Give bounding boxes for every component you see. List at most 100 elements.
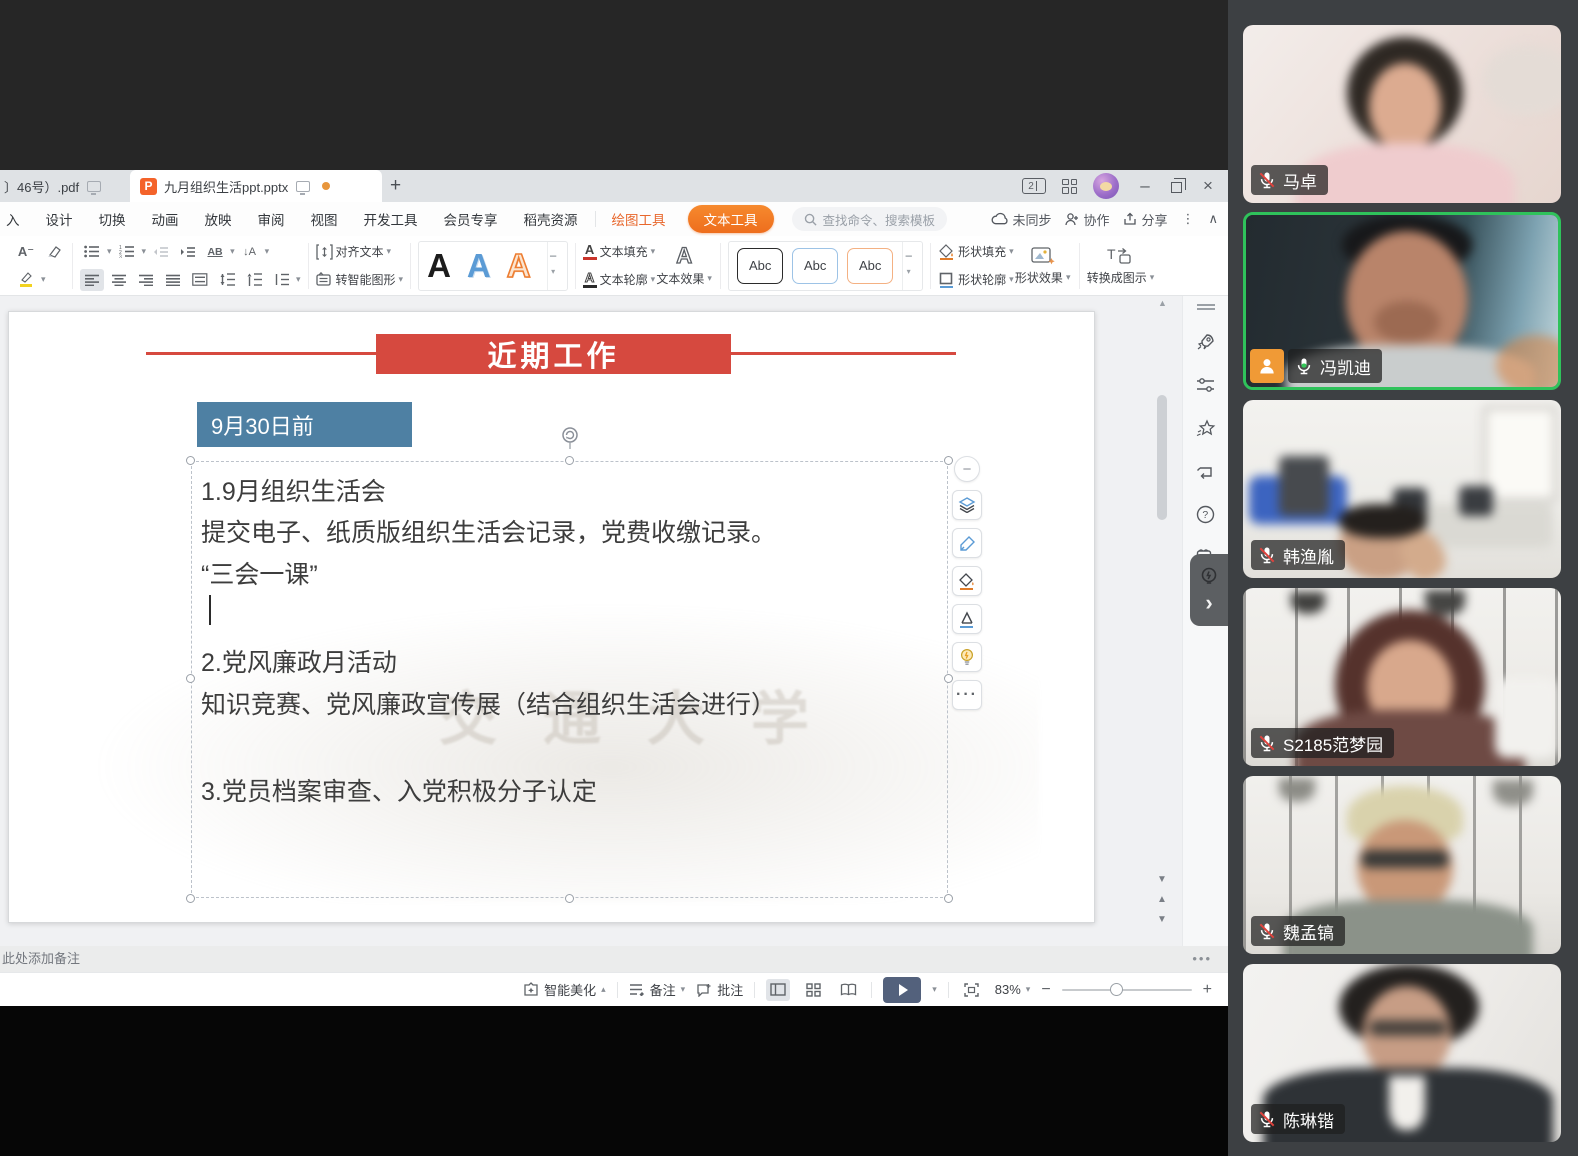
- menu-docer-resources[interactable]: 稻壳资源: [511, 209, 591, 229]
- to-smartart-button[interactable]: 转智能图形▾: [336, 271, 404, 288]
- new-tab-button[interactable]: +: [390, 175, 401, 197]
- text-fill-button[interactable]: 文本填充▾: [600, 243, 656, 260]
- numbered-list-button[interactable]: 123: [115, 241, 139, 263]
- notes-bar[interactable]: 此处添加备注 •••: [0, 946, 1228, 972]
- justify-button[interactable]: [161, 269, 185, 291]
- convert-to-diagram-button[interactable]: T 转换成图示▾: [1087, 240, 1155, 292]
- normal-view-button[interactable]: [766, 979, 790, 1001]
- handle-top-center[interactable]: [565, 456, 574, 465]
- text-style-blue[interactable]: A: [467, 249, 491, 282]
- reading-view-button[interactable]: [836, 979, 860, 1001]
- notes-toggle-button[interactable]: 备注▾: [629, 980, 686, 999]
- shape-style-black[interactable]: Abc: [737, 248, 783, 284]
- scrollbar-thumb[interactable]: [1157, 395, 1167, 520]
- effects-star-icon[interactable]: [1195, 417, 1217, 439]
- command-search[interactable]: 查找命令、搜索模板: [792, 207, 948, 231]
- menu-developer[interactable]: 开发工具: [351, 209, 431, 229]
- handle-bottom-left[interactable]: [186, 894, 195, 903]
- zoom-slider-knob[interactable]: [1110, 983, 1123, 996]
- line-spacing-increase-button[interactable]: [215, 269, 239, 291]
- close-button[interactable]: ×: [1198, 176, 1218, 196]
- gallery-expand-strip[interactable]: ▔▾: [902, 242, 914, 290]
- handle-bottom-right[interactable]: [944, 894, 953, 903]
- align-center-button[interactable]: [107, 269, 131, 291]
- handle-bottom-center[interactable]: [565, 894, 574, 903]
- clear-format-eraser-button[interactable]: [41, 241, 65, 263]
- shape-style-blue[interactable]: Abc: [792, 248, 838, 284]
- text-effects-button[interactable]: A 文本效果▾: [655, 240, 713, 292]
- menu-draw-tools[interactable]: 绘图工具: [600, 209, 678, 229]
- minimize-button[interactable]: –: [1135, 176, 1155, 196]
- slide-title-banner[interactable]: 近期工作: [376, 334, 731, 374]
- menu-text-tools-active[interactable]: 文本工具: [688, 205, 774, 233]
- participant-tile[interactable]: 陈琳锴: [1243, 964, 1561, 1142]
- zoom-level[interactable]: 83%▾: [995, 982, 1031, 997]
- scroll-down-arrow[interactable]: ▼: [1157, 874, 1167, 885]
- next-slide-button[interactable]: ▼: [1157, 914, 1167, 925]
- distribute-text-button[interactable]: [188, 269, 212, 291]
- rail-drag-handle[interactable]: [1197, 304, 1215, 310]
- zoom-slider[interactable]: [1062, 989, 1192, 991]
- style-brush-button[interactable]: [952, 528, 982, 558]
- gallery-expand-strip[interactable]: ▔▾: [547, 242, 559, 290]
- previous-slide-button[interactable]: ▲: [1157, 894, 1167, 905]
- increase-indent-button[interactable]: [176, 241, 200, 263]
- menu-view[interactable]: 视图: [298, 209, 351, 229]
- meeting-panel-expand-button[interactable]: ›: [1190, 554, 1228, 626]
- tab-pdf-document[interactable]: 〕46号）.pdf: [0, 170, 118, 202]
- menu-transition[interactable]: 切换: [86, 209, 139, 229]
- menu-design[interactable]: 设计: [33, 209, 86, 229]
- participant-tile[interactable]: S2185范梦园: [1243, 588, 1561, 766]
- play-options-caret[interactable]: ▾: [932, 984, 937, 995]
- menu-insert[interactable]: 入: [0, 209, 33, 229]
- decrease-indent-button[interactable]: [149, 241, 173, 263]
- text-style-orange[interactable]: A: [507, 249, 531, 282]
- participant-tile[interactable]: 魏孟镐: [1243, 776, 1561, 954]
- participant-tile[interactable]: 韩渔胤: [1243, 400, 1561, 578]
- workspace-grid-icon[interactable]: [1062, 179, 1077, 194]
- paragraph-spacing-button[interactable]: [242, 269, 266, 291]
- participant-tile[interactable]: 马卓: [1243, 25, 1561, 203]
- sync-status[interactable]: 未同步: [991, 210, 1051, 229]
- settings-sliders-icon[interactable]: [1195, 374, 1217, 396]
- scroll-up-arrow[interactable]: ▲: [1158, 298, 1167, 308]
- smart-beautify-button[interactable]: 智能美化▴: [523, 980, 606, 999]
- shape-style-orange[interactable]: Abc: [847, 248, 893, 284]
- rotate-handle-icon[interactable]: [560, 426, 580, 450]
- collapse-ribbon-button[interactable]: ∧: [1208, 211, 1218, 227]
- text-style-gallery[interactable]: A A A ▔▾: [418, 241, 568, 291]
- collaborate-button[interactable]: 协作: [1065, 210, 1109, 229]
- vertical-scrollbar[interactable]: ▲: [1156, 298, 1169, 874]
- handle-mid-left[interactable]: [186, 674, 195, 683]
- help-icon[interactable]: ?: [1195, 503, 1217, 525]
- character-spacing-button[interactable]: AB: [203, 241, 227, 263]
- user-avatar[interactable]: [1093, 173, 1119, 199]
- collapse-toolbar-button[interactable]: −: [954, 456, 980, 482]
- shape-fill-button[interactable]: 形状填充▾: [958, 243, 1014, 260]
- slide[interactable]: 交通大学 近期工作 9月30日前: [8, 311, 1095, 923]
- restore-button[interactable]: [1171, 182, 1182, 193]
- menu-review[interactable]: 审阅: [245, 209, 298, 229]
- shrink-font-button[interactable]: A⁻: [14, 241, 38, 263]
- bullet-list-button[interactable]: [80, 241, 104, 263]
- share-button[interactable]: 分享: [1123, 210, 1167, 229]
- tab-pptx-document[interactable]: P 九月组织生活ppt.pptx: [130, 170, 382, 202]
- align-left-button[interactable]: [80, 269, 104, 291]
- handle-top-left[interactable]: [186, 456, 195, 465]
- fill-color-button[interactable]: [952, 566, 982, 596]
- menu-slideshow[interactable]: 放映: [192, 209, 245, 229]
- loop-playback-icon[interactable]: [1195, 460, 1217, 482]
- slide-sorter-view-button[interactable]: [801, 979, 825, 1001]
- highlight-color-button[interactable]: [14, 269, 38, 291]
- menu-animation[interactable]: 动画: [139, 209, 192, 229]
- split-window-icon[interactable]: 2: [1022, 178, 1046, 194]
- text-outline-button[interactable]: 文本轮廓▾: [600, 271, 656, 288]
- menu-membership[interactable]: 会员专享: [431, 209, 511, 229]
- align-right-button[interactable]: [134, 269, 158, 291]
- shape-style-gallery[interactable]: Abc Abc Abc ▔▾: [728, 241, 923, 291]
- outline-color-button[interactable]: [952, 604, 982, 634]
- text-style-black[interactable]: A: [427, 249, 451, 282]
- participant-tile-active-speaker[interactable]: 冯凯迪: [1243, 212, 1561, 390]
- layer-order-button[interactable]: [952, 490, 982, 520]
- shape-outline-button[interactable]: 形状轮廓▾: [958, 271, 1014, 288]
